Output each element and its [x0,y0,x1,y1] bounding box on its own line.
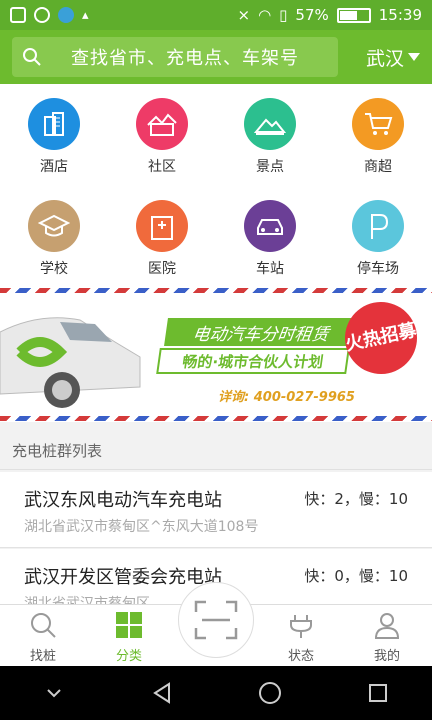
hide-nav-button[interactable] [34,673,74,713]
hospital-icon [136,200,188,252]
app-notification-icon [10,7,26,23]
category-label: 医院 [148,261,176,277]
station-address: 湖北省武汉市蔡甸区^东风大道108号 [24,519,259,535]
search-icon [31,613,56,638]
category-hospital[interactable]: 医院 [108,200,216,278]
sync-icon [34,7,50,23]
category-parking[interactable]: 停车场 [324,200,432,278]
recruiting-badge: 火热招募 [338,295,424,381]
banner-title: 电动汽车分时租赁 [164,318,358,346]
back-triangle-icon [153,682,170,704]
car-illustration [0,317,141,408]
category-grid: 酒店 社区 景点 商超 学校 医院 车站 停车场 [0,84,432,288]
battery-icon [336,7,371,23]
battery-percent: 57% [295,6,329,24]
banner-stripe-bottom [0,416,432,421]
car-icon [244,200,296,252]
banner-phone: 详询: 400-027-9965 [218,390,355,405]
tab-label: 状态 [287,649,314,664]
search-placeholder: 查找省市、充电点、车架号 [71,48,299,68]
status-bar: ▴ ⨯ ◠ ▯ 57% 15:39 [0,0,432,30]
city-selector[interactable]: 武汉 [366,44,424,71]
sim-icon: ▯ [279,6,288,24]
category-label: 车站 [256,261,284,277]
category-label: 学校 [40,261,68,277]
recents-square-icon [369,684,387,702]
clock: 15:39 [378,6,422,24]
category-community[interactable]: 社区 [108,98,216,176]
category-label: 酒店 [40,159,68,175]
home-circle-icon [259,682,281,704]
tab-label: 分类 [115,649,142,664]
category-label: 商超 [364,159,392,175]
promo-banner[interactable]: 电动汽车分时租赁 畅的·城市合伙人计划 火热招募 详询: 400-027-996… [0,288,432,422]
back-button[interactable] [142,673,182,713]
tab-label: 我的 [373,649,400,664]
category-label: 社区 [148,159,176,175]
category-label: 景点 [256,159,284,175]
community-icon [136,98,188,150]
scan-icon [194,600,238,640]
station-name: 武汉开发区管委会充电站 [24,567,222,588]
header: 查找省市、充电点、车架号 武汉 [0,30,432,84]
banner-stripe-top [0,288,432,293]
category-school[interactable]: 学校 [0,200,108,278]
android-icon: ▴ [82,7,89,23]
tab-mine[interactable]: 我的 [344,605,430,667]
city-label: 武汉 [365,47,404,70]
shopping-cart-icon [352,98,404,150]
grid-icon [116,612,142,638]
plug-icon [290,615,312,638]
school-icon [28,200,80,252]
station-name: 武汉东风电动汽车充电站 [24,490,222,511]
list-header: 充电桩群列表 [0,426,432,470]
chevron-down-icon [47,689,61,698]
home-button[interactable] [250,673,290,713]
category-scenic[interactable]: 景点 [216,98,324,176]
list-item[interactable]: 武汉东风电动汽车充电站 快：2，慢：10 湖北省武汉市蔡甸区^东风大道108号 [0,472,432,548]
scan-button[interactable] [178,582,254,658]
charger-count: 快：0，慢：10 [304,567,408,585]
user-icon [374,613,400,639]
banner-subtitle: 畅的·城市合伙人计划 [156,348,350,374]
category-shopping[interactable]: 商超 [324,98,432,176]
mute-icon: ⨯ [237,6,251,24]
system-nav-bar [0,666,432,720]
tab-label: 找桩 [29,649,56,664]
parking-icon [352,200,404,252]
hotel-icon [28,98,80,150]
category-station[interactable]: 车站 [216,200,324,278]
globe-icon [58,7,74,23]
recents-button[interactable] [358,673,398,713]
tab-category[interactable]: 分类 [86,605,172,667]
search-input[interactable]: 查找省市、充电点、车架号 [12,37,338,77]
scenic-icon [244,98,296,150]
category-hotel[interactable]: 酒店 [0,98,108,176]
search-icon [23,48,41,66]
charger-count: 快：2，慢：10 [304,490,408,508]
wifi-icon: ◠ [258,6,272,24]
category-label: 停车场 [357,261,399,277]
tab-status[interactable]: 状态 [258,605,344,667]
tab-find[interactable]: 找桩 [0,605,86,667]
chevron-down-icon [408,53,420,61]
